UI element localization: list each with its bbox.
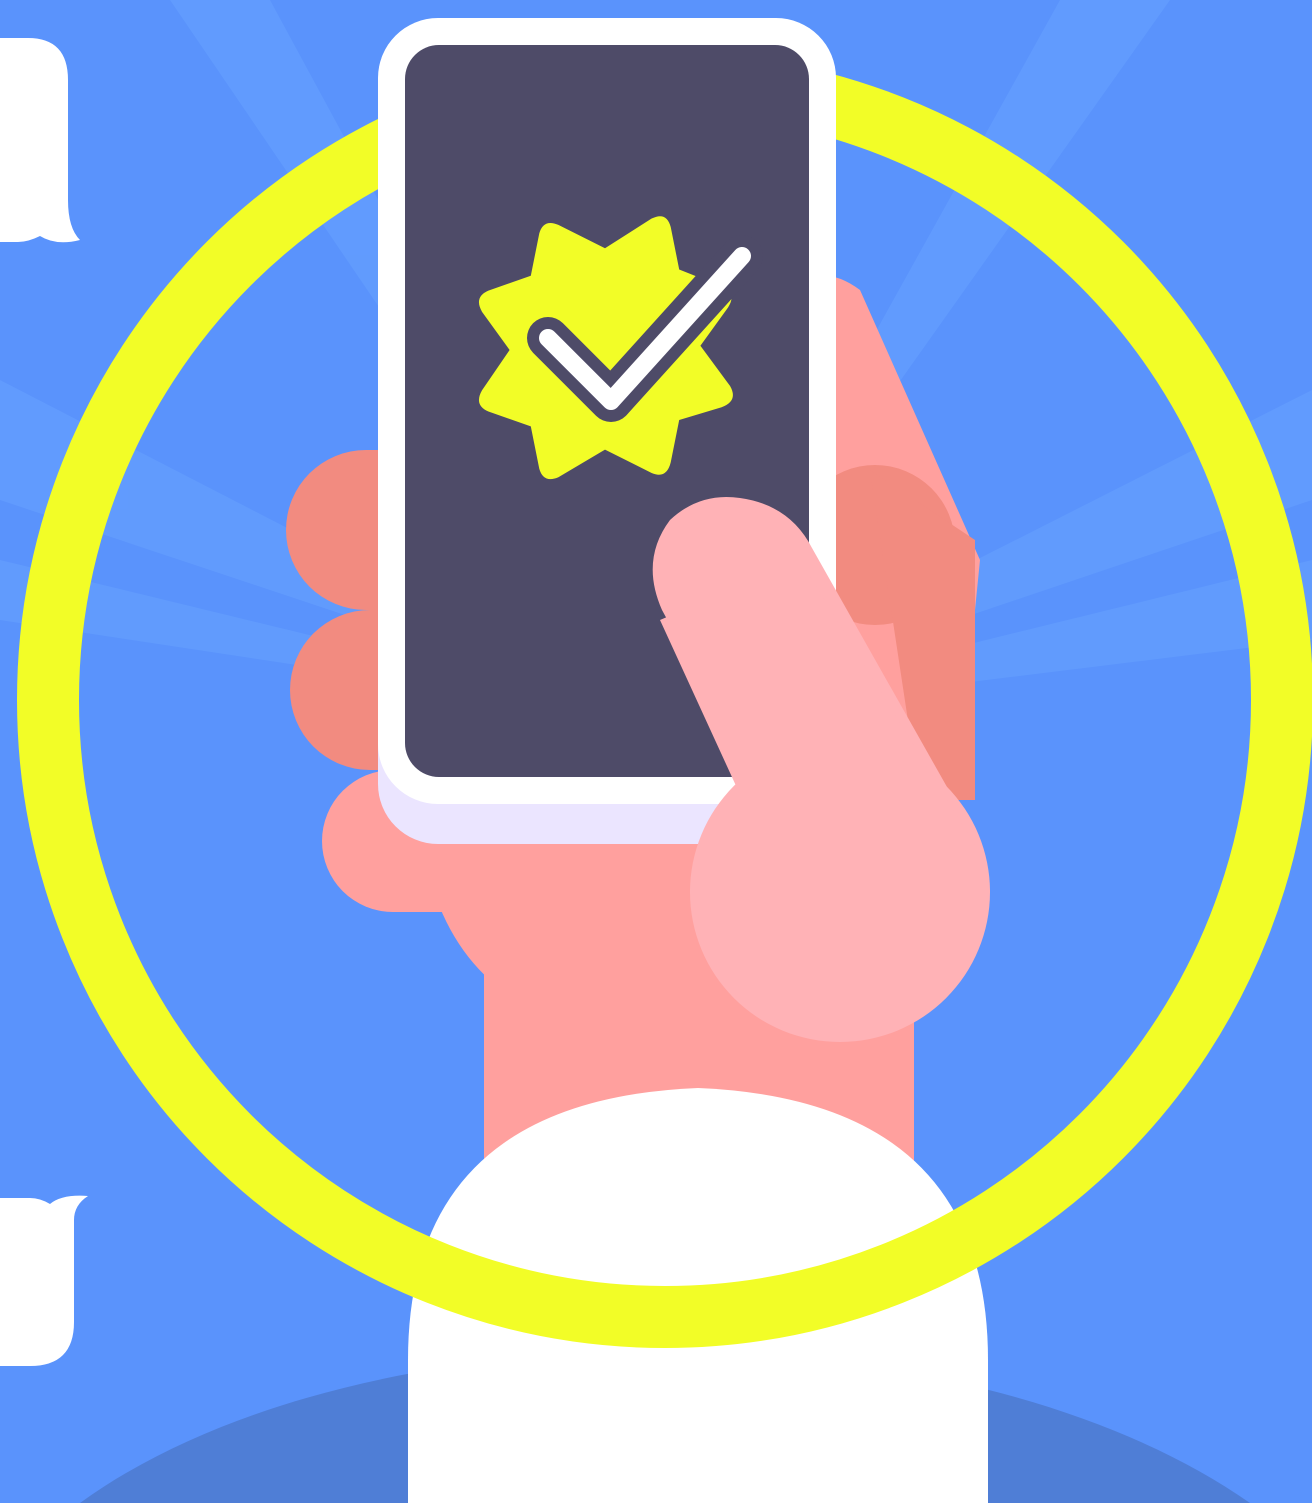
illustration-canvas [0,0,1312,1503]
illustration-svg [0,0,1312,1503]
